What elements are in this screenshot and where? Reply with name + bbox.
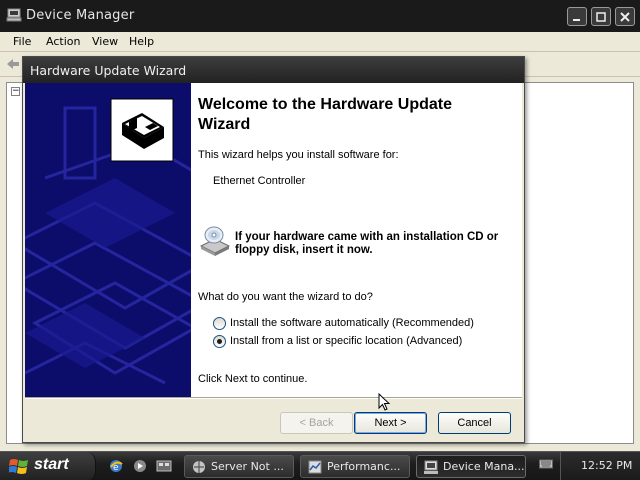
windows-logo-icon (9, 459, 28, 474)
menu-file[interactable]: File (10, 34, 34, 49)
option-install-automatically[interactable]: Install the software automatically (Reco… (213, 316, 474, 330)
cd-notice-text: If your hardware came with an installati… (235, 231, 499, 256)
browser-icon (193, 461, 205, 473)
start-label: start (34, 456, 69, 473)
hardware-banner-graphic (25, 83, 191, 397)
task-performance[interactable]: Performanc... (300, 455, 410, 478)
task-label: Performanc... (327, 460, 401, 473)
radio-install-automatically[interactable] (213, 316, 226, 330)
option-install-automatically-label[interactable]: Install the software automatically (Reco… (230, 317, 474, 329)
device-name: Ethernet Controller (213, 175, 306, 187)
menu-bar: File Action View Help (0, 32, 640, 52)
close-icon (620, 11, 630, 22)
minimize-icon (573, 18, 580, 21)
wizard-content: Welcome to the Hardware Update Wizard Th… (191, 83, 522, 397)
device-manager-icon (424, 460, 438, 474)
hardware-card-icon (117, 105, 167, 155)
minimize-button[interactable] (567, 7, 587, 26)
maximize-icon (596, 11, 606, 22)
wizard-side-banner (25, 83, 191, 397)
clock[interactable]: 12:52 PM (581, 459, 632, 472)
menu-view[interactable]: View (89, 34, 121, 49)
next-button[interactable]: Next > (354, 412, 427, 434)
task-device-manager[interactable]: Device Mana... (416, 455, 526, 478)
performance-icon (308, 460, 322, 474)
option-install-from-list-label[interactable]: Install from a list or specific location… (230, 335, 462, 347)
radio-install-from-list[interactable] (213, 334, 226, 348)
device-manager-titlebar[interactable]: Device Manager (0, 0, 640, 32)
wizard-title: Hardware Update Wizard (30, 63, 187, 78)
hardware-update-wizard-dialog: Hardware Update Wizard Welcome to the Ha… (22, 56, 525, 443)
wizard-intro-text: This wizard helps you install software f… (198, 149, 399, 161)
cancel-button[interactable]: Cancel (438, 412, 511, 434)
wizard-question: What do you want the wizard to do? (198, 291, 373, 303)
keyboard-icon[interactable] (539, 458, 553, 470)
option-install-from-list[interactable]: Install from a list or specific location… (213, 334, 462, 348)
menu-help[interactable]: Help (126, 34, 157, 49)
internet-explorer-icon[interactable]: e (108, 458, 124, 474)
task-label: Device Mana... (443, 460, 525, 473)
device-manager-title: Device Manager (26, 8, 135, 23)
computer-icon (6, 8, 22, 22)
show-desktop-icon[interactable] (156, 458, 172, 474)
wizard-heading: Welcome to the Hardware Update Wizard (198, 96, 452, 133)
back-arrow-icon[interactable] (6, 58, 20, 70)
continue-hint: Click Next to continue. (198, 373, 308, 385)
maximize-button[interactable] (591, 7, 611, 26)
task-server-not-found[interactable]: Server Not ... (184, 455, 294, 478)
cd-drive-icon (199, 226, 231, 256)
back-button[interactable]: < Back (280, 412, 353, 434)
menu-action[interactable]: Action (43, 34, 83, 49)
media-player-icon[interactable] (132, 458, 148, 474)
tree-collapse-toggle[interactable]: − (11, 87, 20, 96)
svg-text:e: e (113, 463, 119, 473)
mouse-cursor-icon (378, 393, 390, 411)
close-button[interactable] (615, 7, 635, 26)
footer-divider (25, 397, 522, 399)
wizard-titlebar[interactable]: Hardware Update Wizard (23, 57, 524, 83)
task-label: Server Not ... (211, 460, 284, 473)
system-tray: 12:52 PM (560, 452, 640, 480)
start-button[interactable]: start (0, 452, 96, 480)
